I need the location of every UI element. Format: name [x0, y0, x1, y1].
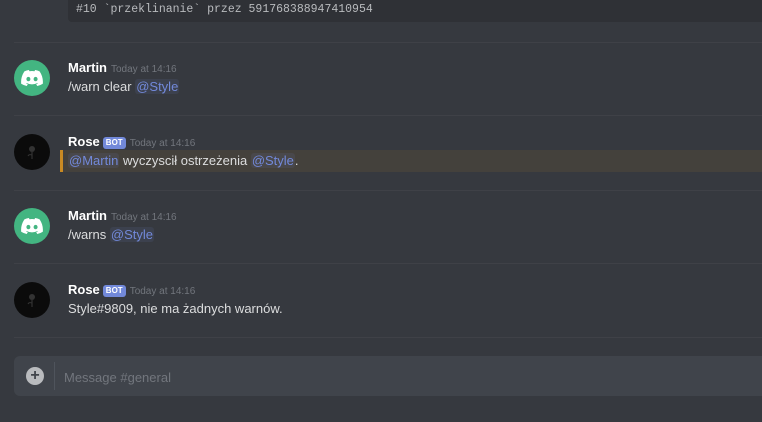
message-text: /warn clear [68, 79, 136, 94]
message-divider [14, 115, 762, 116]
timestamp: Today at 14:16 [111, 212, 177, 223]
bot-tag: BOT [102, 137, 126, 149]
user-mention[interactable]: @Style [135, 79, 180, 94]
timestamp: Today at 14:16 [111, 64, 177, 75]
discord-logo-icon [21, 70, 43, 86]
author-name[interactable]: Martin [68, 208, 107, 223]
message-content: /warn clear @Style [68, 78, 180, 96]
add-attachment-button[interactable]: + [26, 367, 44, 385]
message-input[interactable] [62, 364, 746, 390]
code-block-text: #10 `przeklinanie` przez 591768388947410… [76, 3, 373, 16]
message-rose-2: Rose BOT Today at 14:16 Style#9809, nie ma… [0, 282, 762, 322]
composer-separator [54, 362, 55, 390]
timestamp: Today at 14:16 [129, 138, 196, 149]
author-name[interactable]: Rose [68, 282, 100, 297]
message-header: Rose BOT Today at 14:16 [68, 134, 195, 152]
user-mention[interactable]: @Style [109, 227, 155, 242]
author-name[interactable]: Rose [68, 134, 100, 149]
rose-icon [27, 146, 35, 159]
code-block: #10 `przeklinanie` przez 591768388947410… [68, 0, 762, 22]
timestamp: Today at 14:16 [129, 286, 196, 297]
avatar[interactable] [14, 208, 50, 244]
avatar[interactable] [14, 282, 50, 318]
message-header: Rose BOT Today at 14:16 [68, 282, 195, 300]
discord-logo-icon [21, 218, 43, 234]
message-header: Martin Today at 14:16 [68, 60, 177, 78]
bot-tag: BOT [102, 285, 126, 297]
message-divider [14, 190, 762, 191]
message-content: /warns @Style [68, 226, 155, 244]
user-mention[interactable]: @Style [250, 153, 295, 168]
message-content: @Martin wyczyscił ostrzeżenia @Style. [68, 152, 299, 170]
rose-icon [27, 294, 35, 307]
message-martin-1: Martin Today at 14:16 /warn clear @Style [0, 60, 762, 100]
message-rose-1: Rose BOT Today at 14:16 @Martin wyczyscił … [0, 134, 762, 174]
avatar[interactable] [14, 134, 50, 170]
message-text: Style#9809, nie ma żadnych warnów. [68, 301, 283, 316]
message-composer: + [14, 356, 762, 396]
plus-icon: + [30, 367, 40, 384]
message-text-end: . [294, 153, 299, 168]
message-divider [14, 42, 762, 43]
message-content: Style#9809, nie ma żadnych warnów. [68, 300, 283, 318]
message-divider [14, 263, 762, 264]
message-header: Martin Today at 14:16 [68, 208, 177, 226]
message-martin-2: Martin Today at 14:16 /warns @Style [0, 208, 762, 248]
message-text: /warns [68, 227, 110, 242]
avatar[interactable] [14, 60, 50, 96]
author-name[interactable]: Martin [68, 60, 107, 75]
message-text: wyczyscił ostrzeżenia [119, 153, 251, 168]
user-mention[interactable]: @Martin [68, 153, 120, 168]
message-divider [14, 337, 762, 338]
